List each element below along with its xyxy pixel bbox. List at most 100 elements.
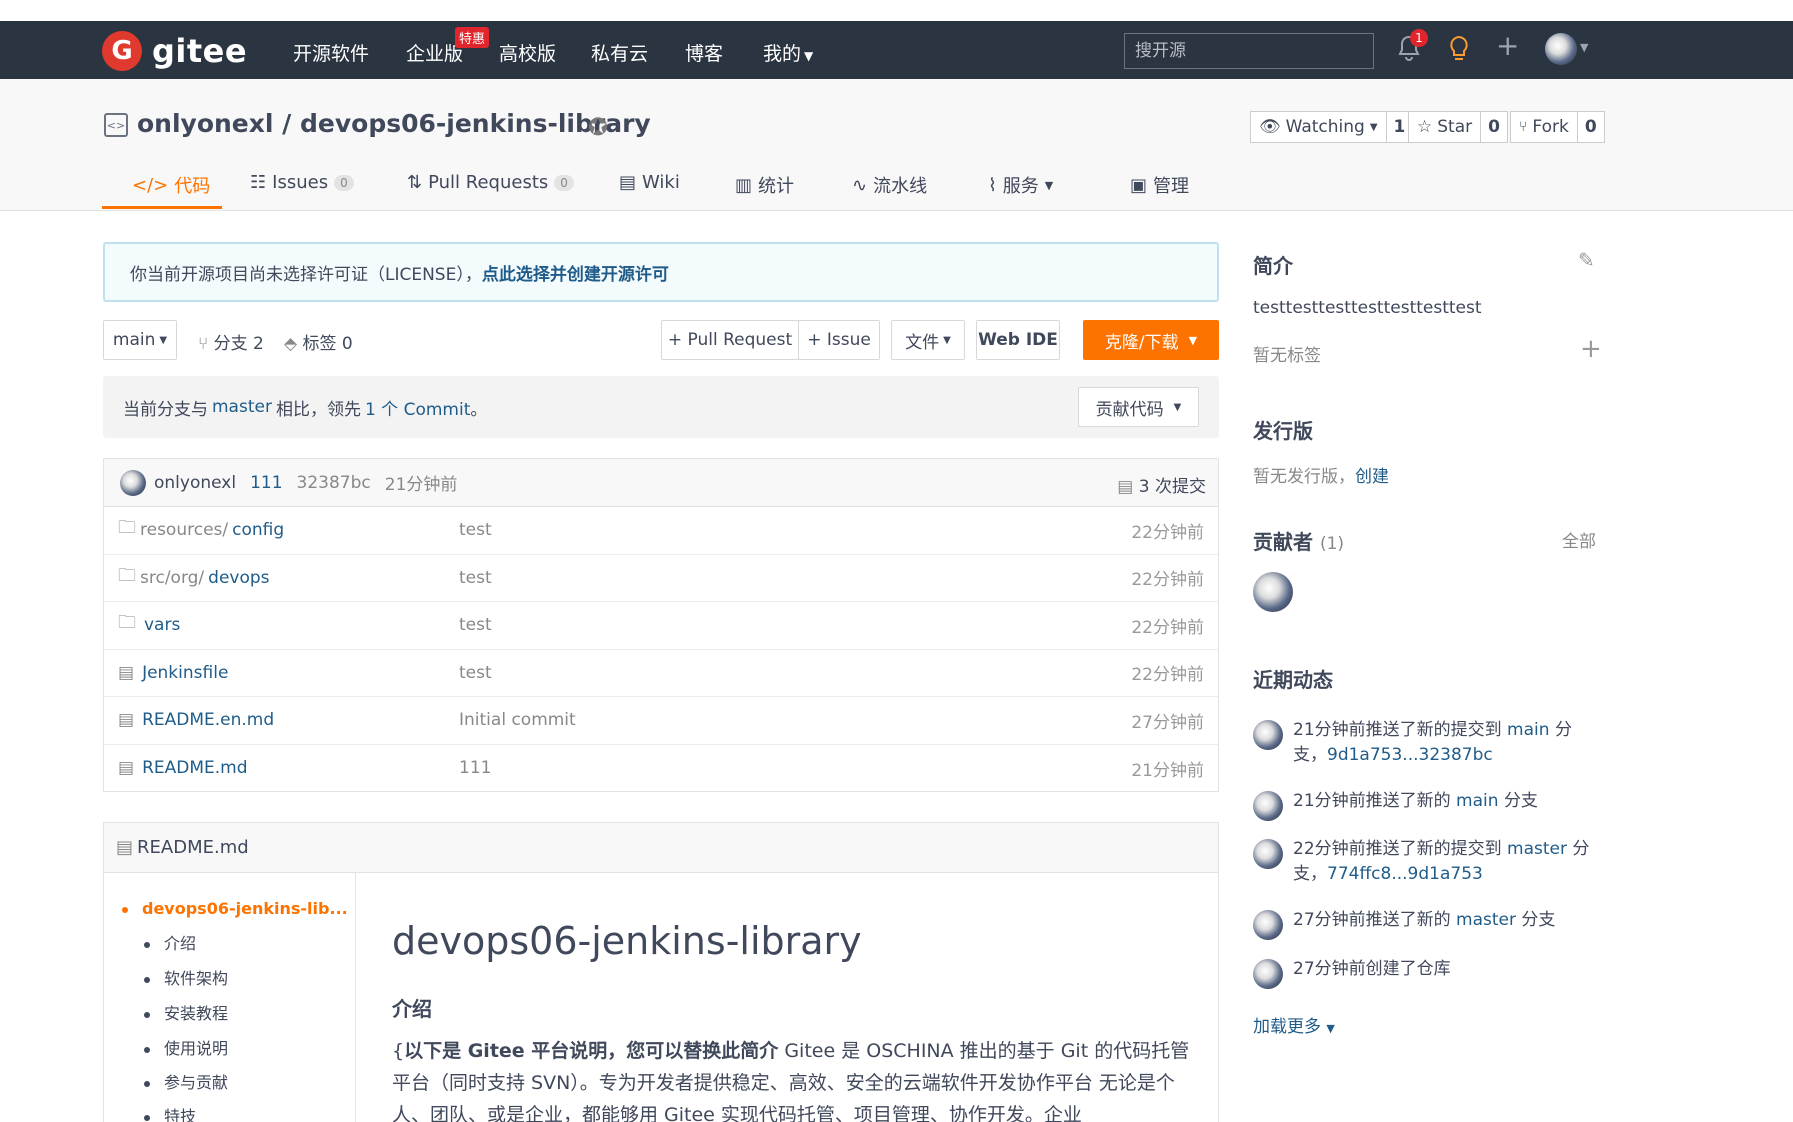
toc-item-install-label: 安装教程 — [164, 1004, 229, 1023]
toc-item-intro[interactable]: 介绍 — [144, 930, 196, 954]
toc-item-install[interactable]: 安装教程 — [144, 1000, 228, 1024]
tab-code[interactable]: </> 代码 — [132, 172, 210, 198]
contributor-avatar[interactable] — [1253, 572, 1293, 612]
file-name-link[interactable]: 🗀 src/org/devops — [118, 563, 270, 593]
web-ide-button[interactable]: Web IDE — [976, 320, 1060, 360]
file-row[interactable]: ▤ README.md 111 21分钟前 — [104, 745, 1218, 793]
file-name-link[interactable]: 🗀 resources/config — [118, 515, 284, 545]
new-pull-request-button[interactable]: + Pull Request — [661, 320, 799, 360]
tab-pipeline[interactable]: ∿ 流水线 — [852, 172, 927, 198]
toc-item-architecture[interactable]: 软件架构 — [144, 965, 228, 989]
branches-link[interactable]: ⑂ 分支 2 — [198, 329, 264, 354]
tab-issues[interactable]: ☷ Issues 0 — [250, 172, 354, 193]
contribute-button[interactable]: 贡献代码 ▼ — [1078, 387, 1199, 427]
tags-link[interactable]: ⬘ 标签 0 — [284, 329, 353, 354]
activity-branch-link[interactable]: main — [1507, 720, 1549, 740]
edit-icon[interactable]: ✎ — [1578, 248, 1595, 272]
commit-hash-link[interactable]: 32387bc — [297, 473, 371, 493]
file-icon: ▤ — [118, 662, 135, 683]
branch-compare-bar: 当前分支与 master 相比，领先 1 个 Commit 。 贡献代码 ▼ — [103, 376, 1219, 438]
file-row[interactable]: ▤ Jenkinsfile test 22分钟前 — [104, 650, 1218, 697]
tab-wiki[interactable]: ▤ Wiki — [619, 172, 680, 193]
activity-branch-link[interactable]: master — [1507, 839, 1567, 859]
file-commit-time: 22分钟前 — [1131, 570, 1204, 591]
all-contributors-link[interactable]: 全部 — [1562, 527, 1596, 552]
recommend-badge-icon[interactable]: ✪ — [588, 113, 608, 141]
file-name-link[interactable]: ▤ README.md — [118, 758, 248, 778]
nav-education[interactable]: 高校版 — [499, 39, 556, 66]
compare-commits-link[interactable]: 1 个 Commit — [365, 395, 470, 420]
file-row[interactable]: 🗀 vars test 22分钟前 — [104, 602, 1218, 650]
user-avatar[interactable] — [1545, 33, 1577, 65]
activity-avatar[interactable] — [1253, 791, 1283, 821]
activity-avatar[interactable] — [1253, 839, 1283, 869]
load-more-link[interactable]: 加载更多 ▼ — [1253, 1012, 1335, 1037]
tab-pull-requests[interactable]: ⇅ Pull Requests 0 — [407, 172, 574, 193]
activity-suffix: 分支 — [1521, 910, 1556, 930]
intro-title: 简介 — [1253, 254, 1293, 278]
tab-service[interactable]: ⌇ 服务 ▼ — [988, 172, 1053, 198]
activity-branch-link[interactable]: master — [1456, 910, 1516, 930]
commit-count-link[interactable]: ▤ 3 次提交 — [1117, 472, 1206, 497]
file-name-link[interactable]: ▤ README.en.md — [118, 710, 274, 730]
commit-message-link[interactable]: 111 — [250, 473, 282, 493]
new-issue-button[interactable]: + Issue — [798, 320, 880, 360]
clone-download-button[interactable]: 克隆/下载 ▼ — [1083, 320, 1219, 360]
toc-item-contribute[interactable]: 参与贡献 — [144, 1069, 228, 1093]
file-commit-message[interactable]: test — [459, 520, 492, 540]
file-commit-message[interactable]: test — [459, 568, 492, 588]
tab-manage[interactable]: ▣ 管理 — [1130, 172, 1189, 198]
nav-open-source[interactable]: 开源软件 — [293, 39, 369, 66]
file-commit-message[interactable]: test — [459, 615, 492, 635]
activity-avatar[interactable] — [1253, 959, 1283, 989]
create-release-link[interactable]: 创建 — [1355, 467, 1389, 487]
star-button[interactable]: ☆ Star 0 — [1408, 111, 1508, 143]
file-row[interactable]: 🗀 resources/config test 22分钟前 — [104, 507, 1218, 555]
watch-button[interactable]: 👁 Watching ▼ 1 — [1250, 111, 1414, 143]
activity-commit-range-link[interactable]: 774ffc8...9d1a753 — [1327, 864, 1483, 884]
file-row[interactable]: ▤ README.en.md Initial commit 27分钟前 — [104, 697, 1218, 745]
toc-item-usage[interactable]: 使用说明 — [144, 1035, 228, 1059]
file-commit-message[interactable]: Initial commit — [459, 710, 576, 730]
repo-title[interactable]: onlyonexl / devops06-jenkins-library — [137, 109, 651, 138]
commit-author-avatar[interactable] — [120, 469, 146, 496]
star-count[interactable]: 0 — [1480, 112, 1507, 142]
activity-avatar[interactable] — [1253, 910, 1283, 940]
nav-mine[interactable]: 我的 ▼ — [763, 39, 813, 66]
fork-count[interactable]: 0 — [1576, 112, 1604, 142]
nav-blog[interactable]: 博客 — [685, 39, 723, 66]
commit-author-link[interactable]: onlyonexl — [154, 473, 236, 493]
file-name: vars — [144, 615, 181, 636]
toc-item-features[interactable]: 特技 — [144, 1103, 196, 1122]
search-input[interactable] — [1124, 33, 1374, 69]
activity-branch-link[interactable]: main — [1456, 791, 1498, 811]
gitee-logo[interactable]: G gitee — [102, 31, 247, 71]
lightbulb-icon[interactable] — [1448, 35, 1470, 69]
caret-down-icon[interactable]: ▼ — [1580, 41, 1588, 54]
tag-icon: ⬘ — [284, 334, 298, 354]
file-name-link[interactable]: ▤ Jenkinsfile — [118, 663, 228, 683]
pulse-icon: ⌇ — [988, 174, 997, 196]
file-name-link[interactable]: 🗀 vars — [118, 610, 180, 640]
tab-wiki-label: Wiki — [642, 172, 680, 193]
watch-label: Watching — [1285, 117, 1365, 137]
activity-commit-range-link[interactable]: 9d1a753...32387bc — [1327, 745, 1493, 765]
file-row[interactable]: 🗀 src/org/devops test 22分钟前 — [104, 555, 1218, 602]
branch-select-value: main — [112, 330, 156, 350]
nav-private-cloud[interactable]: 私有云 — [591, 39, 648, 66]
add-tag-icon[interactable]: + — [1580, 334, 1602, 364]
license-create-link[interactable]: 点此选择并创建开源许可 — [482, 260, 669, 285]
activity-avatar[interactable] — [1253, 720, 1283, 750]
toc-item-title[interactable]: devops06-jenkins-lib... — [122, 899, 348, 918]
branch-select[interactable]: main ▼ — [103, 320, 177, 360]
document-icon: ▤ — [116, 837, 134, 858]
fork-button[interactable]: ⑂ Fork 0 — [1510, 111, 1605, 143]
file-commit-message[interactable]: test — [459, 663, 492, 683]
tab-stats[interactable]: ▥ 统计 — [735, 172, 794, 198]
file-menu-button[interactable]: 文件 ▼ — [891, 320, 965, 360]
compare-master-link[interactable]: master — [212, 397, 272, 417]
caret-down-icon: ▼ — [1188, 333, 1198, 347]
file-commit-message[interactable]: 111 — [459, 758, 491, 778]
plus-icon[interactable]: + — [1496, 29, 1519, 62]
readme-paragraph-lead: { — [392, 1040, 405, 1062]
